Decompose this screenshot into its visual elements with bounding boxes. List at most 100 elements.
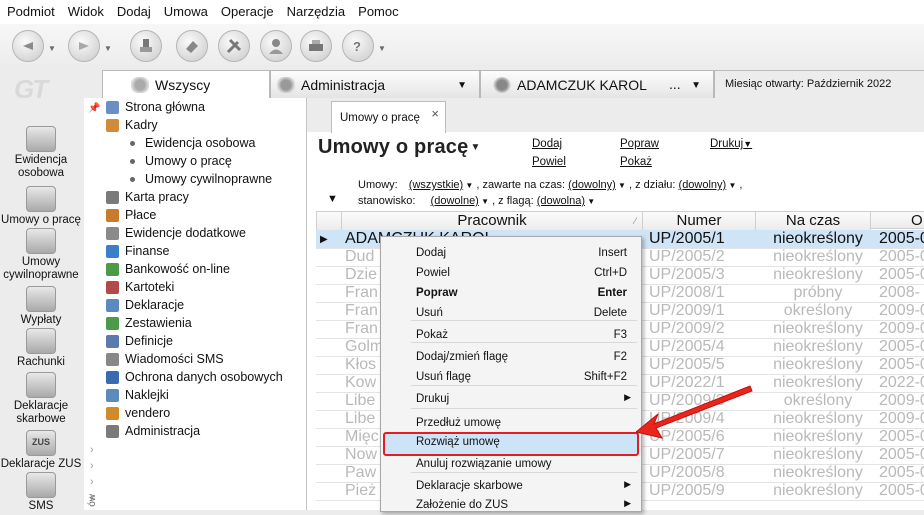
menu-dodaj[interactable]: Dodaj	[110, 0, 157, 24]
context-menu-item[interactable]: Popraw Enter	[381, 283, 639, 303]
tree-item[interactable]: Ewidencja osobowa	[130, 134, 256, 152]
submenu-arrow-icon: ▶	[624, 498, 631, 508]
tree-item[interactable]: Strona główna	[106, 98, 205, 116]
module-ewidencja-osobowa[interactable]: Ewidencja osobowa	[0, 126, 82, 180]
menu-narzedzia[interactable]: Narzędzia	[280, 0, 352, 24]
filter-dzial-value[interactable]: (dowolny)	[679, 179, 727, 191]
module-deklaracje-zus-label: Deklaracje ZUS	[0, 458, 82, 470]
collapse-chevron-icon[interactable]: ›	[90, 460, 94, 472]
filter-zawarte-value[interactable]: (dowolny)	[568, 179, 616, 191]
page-title[interactable]: Umowy o pracę ▼	[318, 136, 481, 159]
tree-item-label: Finanse	[125, 244, 170, 258]
tab-administracja[interactable]: Administracja ▼	[270, 70, 480, 98]
module-cywilnoprawne-label: Umowy cywilnoprawne	[3, 256, 79, 281]
pin-icon[interactable]: 📌	[88, 103, 100, 114]
collapse-chevron-icon[interactable]: ›	[90, 444, 94, 456]
module-deklaracje-skarbowe[interactable]: Deklaracje skarbowe	[0, 372, 82, 426]
tab-user[interactable]: ADAMCZUK KAROL ... ▼	[480, 70, 714, 98]
table-cell-o: 2005-0	[879, 428, 924, 445]
toolbar-eraser-button[interactable]	[176, 30, 208, 62]
filter-line-2: stanowisko: (dowolne) ▼ , z flagą: (dowo…	[358, 195, 596, 207]
action-drukuj-link[interactable]: Drukuj▼	[710, 138, 752, 150]
tree-item[interactable]: Płace	[106, 206, 156, 224]
tab-wszyscy[interactable]: Wszyscy	[102, 70, 270, 98]
context-menu-item[interactable]: Przedłuż umowę	[381, 413, 639, 433]
context-menu-item[interactable]: Dodaj/zmień flagę F2	[381, 347, 639, 367]
tree-item[interactable]: Umowy cywilnoprawne	[130, 170, 272, 188]
zus-icon: ZUS	[26, 430, 56, 456]
tree-item[interactable]: Ochrona danych osobowych	[106, 368, 283, 386]
tree-item[interactable]: Ewidencje dodatkowe	[106, 224, 246, 242]
menu-operacje[interactable]: Operacje	[214, 0, 280, 24]
module-deklaracje-zus[interactable]: ZUS Deklaracje ZUS	[0, 430, 82, 471]
tree-item[interactable]: Karta pracy	[106, 188, 189, 206]
column-header-na-czas[interactable]: Na czas	[755, 211, 871, 231]
context-tab-strip: Wszyscy Administracja ▼ ADAMCZUK KAROL .…	[102, 70, 924, 98]
close-icon[interactable]: ×	[431, 106, 439, 121]
tree-item[interactable]: Administracja	[106, 422, 200, 440]
filter-flaga-value[interactable]: (dowolna)	[537, 195, 585, 207]
tree-item[interactable]: Kartoteki	[106, 278, 174, 296]
context-menu-item[interactable]: Anuluj rozwiązanie umowy	[381, 454, 639, 474]
context-menu-item[interactable]: Pokaż F3	[381, 325, 639, 345]
collapse-chevron-icon[interactable]: ›	[90, 476, 94, 488]
menu-widok[interactable]: Widok	[61, 0, 110, 24]
sort-icon: ⁄	[634, 216, 636, 226]
tree-item[interactable]: Zestawienia	[106, 314, 192, 332]
tree-item[interactable]: Definicje	[106, 332, 173, 350]
help-dropdown-icon[interactable]: ▼	[378, 44, 386, 53]
tree-item[interactable]: Wiadomości SMS	[106, 350, 224, 368]
forward-button[interactable]	[68, 30, 100, 62]
toolbar-print-button[interactable]	[300, 30, 332, 62]
tree-item[interactable]: Umowy o pracę	[130, 152, 232, 170]
back-dropdown-icon[interactable]: ▼	[48, 44, 56, 53]
context-menu-item[interactable]: Powiel Ctrl+D	[381, 263, 639, 283]
context-menu-item[interactable]: Rozwiąż umowę	[383, 432, 639, 456]
tree-item[interactable]: Naklejki	[106, 386, 169, 404]
module-umowy-o-prace[interactable]: Umowy o pracę	[0, 186, 82, 227]
bullet-icon	[130, 176, 135, 182]
tree-item[interactable]: Bankowość on-line	[106, 260, 230, 278]
action-popraw-link[interactable]: Popraw	[620, 138, 659, 150]
column-header-numer[interactable]: Numer	[642, 211, 756, 231]
tab-user-dropdown-icon[interactable]: ▼	[691, 80, 701, 91]
menu-podmiot[interactable]: Podmiot	[0, 0, 61, 24]
tab-umowy-o-prace[interactable]: Umowy o pracę ×	[331, 101, 446, 133]
module-sms[interactable]: SMS	[0, 472, 82, 513]
shield-icon	[106, 370, 119, 384]
tree-item[interactable]: vendero	[106, 404, 170, 422]
filter-umowy-value[interactable]: (wszystkie)	[409, 179, 463, 191]
tree-item[interactable]: Finanse	[106, 242, 169, 260]
toolbar-people-button[interactable]	[260, 30, 292, 62]
menu-umowa[interactable]: Umowa	[157, 0, 214, 24]
context-menu-item[interactable]: Założenie do ZUS ▶	[381, 495, 639, 515]
context-menu-item[interactable]: Deklaracje skarbowe ▶	[381, 476, 639, 496]
module-umowy-cywilnoprawne[interactable]: Umowy cywilnoprawne	[0, 228, 82, 282]
toolbar-stamp-button[interactable]	[130, 30, 162, 62]
action-powiel-link[interactable]: Powiel	[532, 156, 566, 168]
back-button[interactable]	[12, 30, 44, 62]
tree-item[interactable]: Kadry	[106, 116, 158, 134]
filter-collapse-icon[interactable]: ▼	[327, 193, 338, 205]
tab-administracja-dropdown-icon[interactable]: ▼	[457, 80, 467, 91]
gear-icon	[106, 334, 119, 348]
context-menu-item[interactable]: Dodaj Insert	[381, 243, 639, 263]
column-header-o[interactable]: O	[870, 211, 924, 229]
toolbar-help-button[interactable]: ?	[342, 30, 374, 62]
module-wyplaty[interactable]: Wypłaty	[0, 286, 82, 327]
tree-item[interactable]: Deklaracje	[106, 296, 184, 314]
context-menu-item[interactable]: Usuń Delete	[381, 303, 639, 323]
column-header-pracownik[interactable]: Pracownik ⁄	[341, 211, 643, 231]
forward-dropdown-icon[interactable]: ▼	[104, 44, 112, 53]
context-menu-item[interactable]: Drukuj ▶	[381, 389, 639, 409]
action-dodaj-link[interactable]: Dodaj	[532, 138, 562, 150]
filter-stanowisko-value[interactable]: (dowolne)	[431, 195, 479, 207]
action-pokaz-link[interactable]: Pokaż	[620, 156, 652, 168]
toolbar-tools-button[interactable]	[218, 30, 250, 62]
menu-pomoc[interactable]: Pomoc	[351, 0, 404, 24]
table-cell-o: 2008-	[879, 284, 920, 301]
table-cell-num: UP/2005/3	[649, 266, 725, 283]
module-rachunki[interactable]: Rachunki	[0, 328, 82, 369]
tree-item-label: Wiadomości SMS	[125, 352, 224, 366]
context-menu-item[interactable]: Usuń flagę Shift+F2	[381, 367, 639, 387]
